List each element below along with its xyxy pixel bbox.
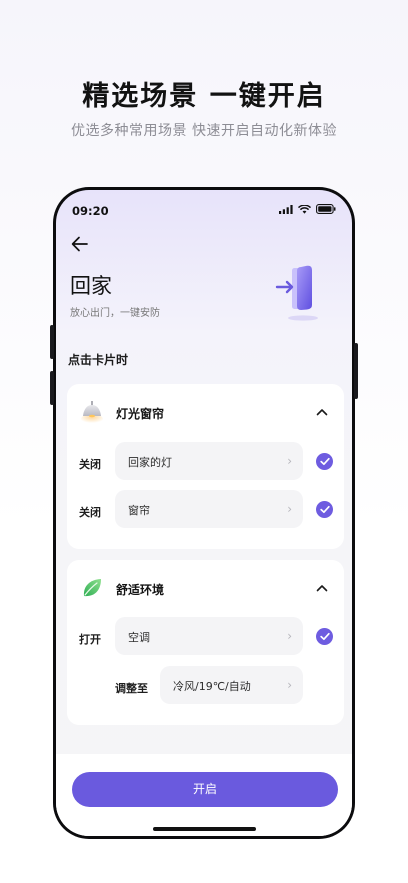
- device-selector[interactable]: 窗帘 ›: [115, 490, 303, 528]
- status-bar: 09:20: [72, 204, 336, 220]
- chevron-up-icon[interactable]: [316, 408, 328, 416]
- back-button[interactable]: [69, 233, 91, 255]
- group-card-lighting: 灯光窗帘 关闭 回家的灯 › 关闭 窗帘 ›: [67, 384, 344, 549]
- leaf-icon: [83, 579, 101, 597]
- row-action-label: 打开: [79, 633, 101, 646]
- chevron-right-icon: ›: [287, 629, 292, 643]
- chevron-right-icon: ›: [287, 502, 292, 516]
- setting-value: 冷风/19℃/自动: [173, 680, 251, 693]
- check-icon: [319, 457, 330, 466]
- lamp-icon: [81, 401, 103, 424]
- phone-side-button: [50, 371, 54, 405]
- group-title: 灯光窗帘: [116, 407, 165, 421]
- promo-title: 精选场景 一键开启: [82, 81, 326, 112]
- device-name: 窗帘: [128, 504, 150, 517]
- promo-subtitle: 优选多种常用场景 快速开启自动化新体验: [71, 123, 337, 139]
- chevron-right-icon: ›: [287, 454, 292, 468]
- device-selector[interactable]: 空调 ›: [115, 617, 303, 655]
- scene-subtitle: 放心出门，一键安防: [70, 308, 160, 319]
- wifi-icon: [298, 204, 311, 214]
- check-icon: [319, 632, 330, 641]
- row-checkbox[interactable]: [316, 501, 333, 518]
- battery-icon: [316, 204, 336, 214]
- phone-screen: 09:20 回家 放心出门，一键安防 点击卡片时 灯光窗帘 关闭 回家的灯 › …: [56, 190, 352, 836]
- row-action-label: 调整至: [115, 682, 148, 695]
- device-selector[interactable]: 回家的灯 ›: [115, 442, 303, 480]
- door-enter-icon: [275, 265, 318, 321]
- setting-selector[interactable]: 冷风/19℃/自动 ›: [160, 666, 303, 704]
- phone-side-button: [50, 325, 54, 359]
- chevron-up-icon[interactable]: [316, 584, 328, 592]
- row-action-label: 关闭: [79, 506, 101, 519]
- signal-icon: [279, 204, 293, 214]
- row-checkbox[interactable]: [316, 453, 333, 470]
- scene-title: 回家: [70, 274, 112, 298]
- phone-side-button: [354, 343, 358, 399]
- check-icon: [319, 505, 330, 514]
- section-label: 点击卡片时: [68, 353, 129, 367]
- device-name: 空调: [128, 631, 150, 644]
- home-indicator: [153, 827, 256, 831]
- group-header[interactable]: 舒适环境: [67, 560, 344, 616]
- group-header[interactable]: 灯光窗帘: [67, 384, 344, 440]
- chevron-right-icon: ›: [287, 678, 292, 692]
- group-title: 舒适环境: [116, 583, 165, 597]
- enable-button[interactable]: 开启: [72, 772, 338, 807]
- status-time: 09:20: [72, 204, 109, 218]
- arrow-left-icon: [71, 236, 88, 252]
- phone-frame: 09:20 回家 放心出门，一键安防 点击卡片时 灯光窗帘 关闭 回家的灯 › …: [50, 187, 358, 839]
- row-action-label: 关闭: [79, 458, 101, 471]
- device-name: 回家的灯: [128, 456, 172, 469]
- group-card-comfort: 舒适环境 打开 空调 › 调整至 冷风/19℃/自动 ›: [67, 560, 344, 725]
- row-checkbox[interactable]: [316, 628, 333, 645]
